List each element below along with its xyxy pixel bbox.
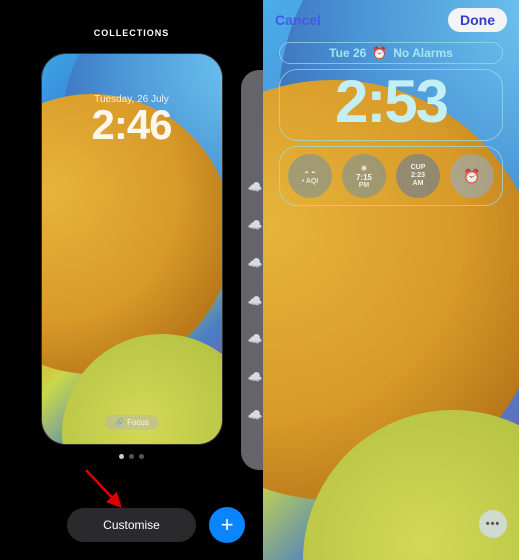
lockscreen-editor: Cancel Done Tue 26 ⏰ No Alarms 2:53 - - … <box>263 0 519 560</box>
cloud-icon: ☁️ <box>248 256 263 270</box>
big-clock-time: 2:53 <box>280 72 502 132</box>
sunset-widget[interactable]: ☀ 7:15 PM <box>342 154 386 198</box>
cloud-icon: ☁️ <box>248 370 263 384</box>
customise-button[interactable]: Customise <box>67 508 196 542</box>
worldclock-time: 2:23 <box>411 172 425 180</box>
more-options-button[interactable]: ••• <box>479 510 507 538</box>
alarm-icon: ⏰ <box>372 46 387 60</box>
collections-title: COLLECTIONS <box>94 28 170 38</box>
cloud-icon: ☁️ <box>248 180 263 194</box>
link-icon: 🔗 <box>114 418 124 427</box>
aqi-value: - - <box>305 167 315 178</box>
sunset-time: 7:15 <box>356 173 372 182</box>
focus-label: Focus <box>127 418 149 427</box>
cloud-icon: ☁️ <box>248 332 263 346</box>
cloud-icon: ☁️ <box>248 218 263 232</box>
alarm-icon: ⏰ <box>463 168 480 185</box>
lockscreen-preview[interactable]: Tuesday, 26 July 2:46 🔗 Focus <box>42 54 222 444</box>
add-wallpaper-button[interactable]: + <box>209 507 245 543</box>
clock-widget-slot[interactable]: 2:53 <box>279 69 503 141</box>
sun-icon: ☀ <box>360 164 367 173</box>
done-button[interactable]: Done <box>448 8 507 32</box>
cancel-button[interactable]: Cancel <box>275 8 321 32</box>
alarm-widget[interactable]: ⏰ <box>450 154 494 198</box>
sunset-ampm: PM <box>359 182 370 189</box>
aqi-label: • AQI <box>302 178 319 185</box>
cloud-icon: ☁️ <box>248 294 263 308</box>
worldclock-ampm: AM <box>413 180 424 188</box>
date-widget-slot[interactable]: Tue 26 ⏰ No Alarms <box>279 42 503 64</box>
preview-time: 2:46 <box>91 101 171 149</box>
cloud-icon: ☁️ <box>248 408 263 422</box>
page-indicator <box>119 454 144 459</box>
widgets-slot[interactable]: - - • AQI ☀ 7:15 PM CUP 2:23 AM ⏰ <box>279 146 503 206</box>
annotation-arrow-icon <box>78 464 128 514</box>
focus-pill[interactable]: 🔗 Focus <box>104 415 159 430</box>
date-text: Tue 26 <box>329 46 366 60</box>
alarm-text: No Alarms <box>393 46 453 60</box>
worldclock-city: CUP <box>411 164 426 172</box>
aqi-widget[interactable]: - - • AQI <box>288 154 332 198</box>
worldclock-widget[interactable]: CUP 2:23 AM <box>396 154 440 198</box>
collections-screen: COLLECTIONS Tuesday, 26 July 2:46 🔗 Focu… <box>0 0 263 560</box>
